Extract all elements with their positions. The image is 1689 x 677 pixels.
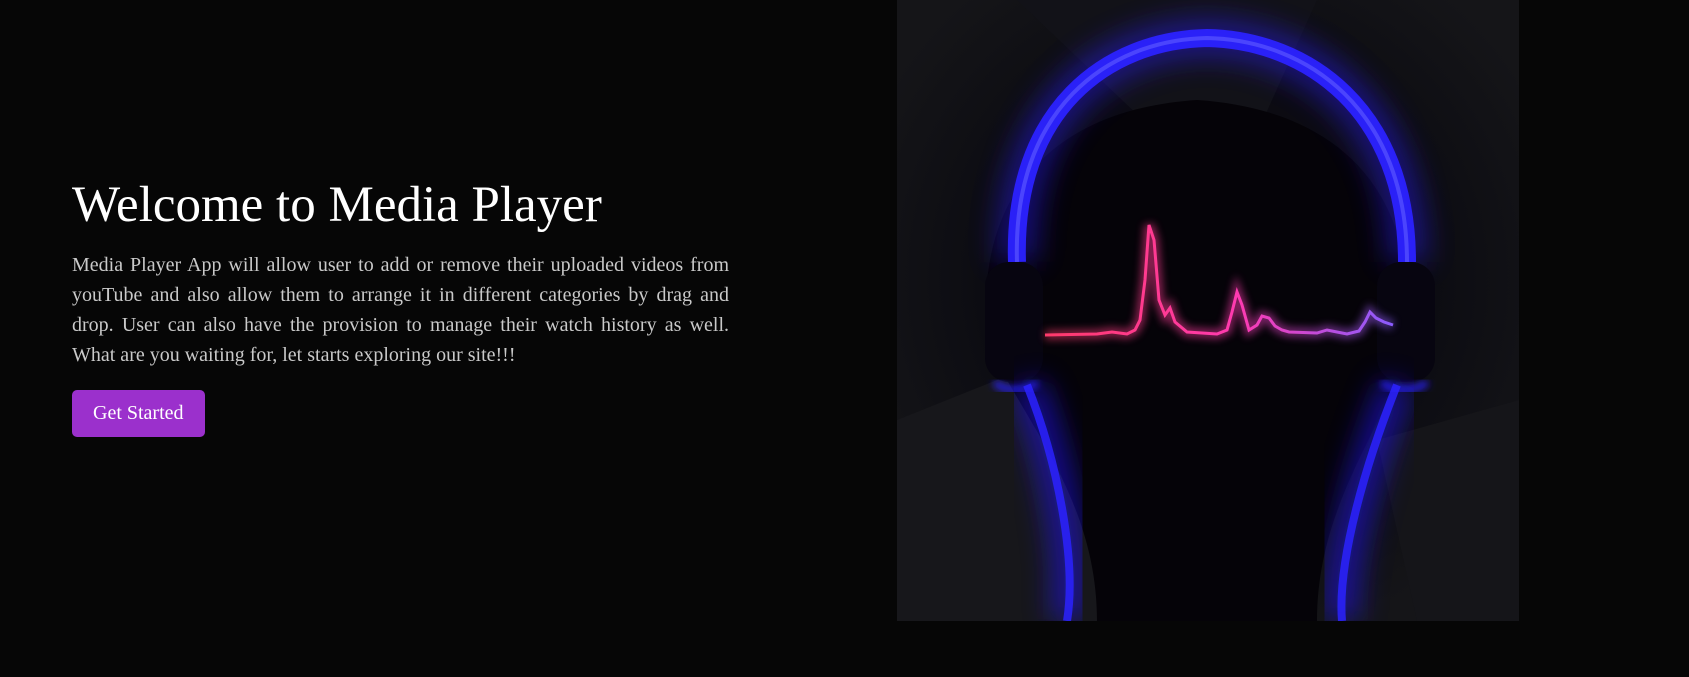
get-started-button[interactable]: Get Started	[72, 390, 205, 437]
landing-page: Welcome to Media Player Media Player App…	[0, 0, 1689, 677]
headphones-waveform-image	[897, 0, 1519, 621]
hero-section: Welcome to Media Player Media Player App…	[72, 172, 729, 437]
hero-title: Welcome to Media Player	[72, 177, 602, 233]
hero-description: Media Player App will allow user to add …	[72, 254, 729, 366]
